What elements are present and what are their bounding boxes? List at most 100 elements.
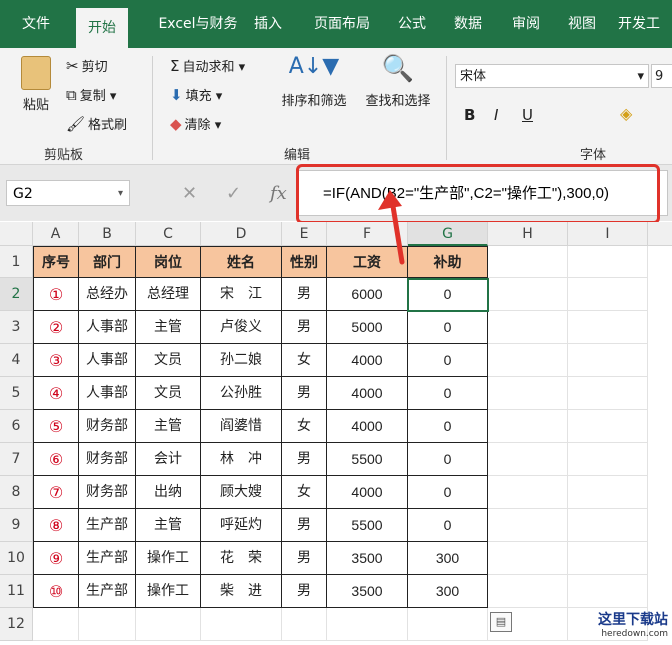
tab-insert[interactable]: 插入 bbox=[244, 0, 292, 48]
sort-filter-button[interactable]: A↓▼ 排序和筛选 bbox=[276, 54, 352, 109]
table-header-cell[interactable]: 工资 bbox=[327, 246, 408, 278]
font-size-select[interactable]: 9 bbox=[651, 64, 672, 88]
empty-cell[interactable] bbox=[327, 608, 408, 641]
table-cell[interactable]: 男 bbox=[282, 278, 327, 311]
italic-icon[interactable]: I bbox=[494, 106, 498, 124]
empty-cell[interactable] bbox=[488, 410, 568, 443]
name-box[interactable]: G2 ▾ bbox=[6, 180, 130, 206]
empty-cell[interactable] bbox=[136, 608, 201, 641]
table-cell[interactable]: 顾大嫂 bbox=[201, 476, 282, 509]
table-cell[interactable]: 5000 bbox=[327, 311, 408, 344]
empty-cell[interactable] bbox=[33, 608, 79, 641]
tab-file[interactable]: 文件 bbox=[8, 0, 64, 48]
table-cell[interactable]: 男 bbox=[282, 542, 327, 575]
table-cell[interactable]: 花 荣 bbox=[201, 542, 282, 575]
table-cell[interactable]: 0 bbox=[408, 377, 488, 410]
tab-excel-finance[interactable]: Excel与财务 bbox=[138, 0, 258, 48]
table-cell[interactable]: 4000 bbox=[327, 476, 408, 509]
table-cell[interactable]: 6000 bbox=[327, 278, 408, 311]
underline-icon[interactable]: U bbox=[522, 106, 533, 124]
table-cell[interactable]: 财务部 bbox=[79, 410, 136, 443]
row-header[interactable]: 3 bbox=[0, 311, 33, 344]
tab-page-layout[interactable]: 页面布局 bbox=[302, 0, 382, 48]
row-header[interactable]: 7 bbox=[0, 443, 33, 476]
column-header[interactable] bbox=[648, 222, 672, 246]
table-cell[interactable]: 女 bbox=[282, 344, 327, 377]
empty-cell[interactable] bbox=[568, 344, 648, 377]
tab-formulas[interactable]: 公式 bbox=[390, 0, 434, 48]
table-cell[interactable]: 男 bbox=[282, 575, 327, 608]
table-cell[interactable]: 男 bbox=[282, 443, 327, 476]
table-cell[interactable]: 男 bbox=[282, 509, 327, 542]
find-select-button[interactable]: 🔍 查找和选择 bbox=[358, 54, 438, 109]
table-cell[interactable]: 出纳 bbox=[136, 476, 201, 509]
table-cell[interactable]: 0 bbox=[408, 410, 488, 443]
row-header[interactable]: 5 bbox=[0, 377, 33, 410]
empty-cell[interactable] bbox=[488, 311, 568, 344]
tab-review[interactable]: 审阅 bbox=[502, 0, 550, 48]
row-header[interactable]: 6 bbox=[0, 410, 33, 443]
table-cell[interactable]: 呼延灼 bbox=[201, 509, 282, 542]
table-cell[interactable]: 财务部 bbox=[79, 476, 136, 509]
font-name-select[interactable]: 宋体 ▾ bbox=[455, 64, 649, 88]
table-cell[interactable]: ⑥ bbox=[33, 443, 79, 476]
table-cell[interactable]: ③ bbox=[33, 344, 79, 377]
empty-cell[interactable] bbox=[488, 344, 568, 377]
table-cell[interactable]: 生产部 bbox=[79, 575, 136, 608]
table-cell[interactable]: 文员 bbox=[136, 344, 201, 377]
table-header-cell[interactable]: 补助 bbox=[408, 246, 488, 278]
column-header[interactable]: I bbox=[568, 222, 648, 246]
cut-button[interactable]: ✂ 剪切 bbox=[66, 56, 108, 75]
cancel-icon[interactable]: ✕ bbox=[182, 183, 197, 204]
empty-cell[interactable] bbox=[488, 476, 568, 509]
table-cell[interactable]: 300 bbox=[408, 575, 488, 608]
empty-cell[interactable] bbox=[568, 311, 648, 344]
table-cell[interactable]: ⑨ bbox=[33, 542, 79, 575]
table-cell[interactable]: 0 bbox=[408, 311, 488, 344]
table-header-cell[interactable]: 岗位 bbox=[136, 246, 201, 278]
empty-cell[interactable] bbox=[568, 476, 648, 509]
table-cell[interactable]: 300 bbox=[408, 542, 488, 575]
table-cell[interactable]: 总经理 bbox=[136, 278, 201, 311]
empty-cell[interactable] bbox=[568, 278, 648, 311]
table-cell[interactable]: 0 bbox=[408, 476, 488, 509]
table-cell[interactable]: 0 bbox=[408, 509, 488, 542]
row-header[interactable]: 2 bbox=[0, 278, 33, 311]
row-header[interactable]: 8 bbox=[0, 476, 33, 509]
table-cell[interactable]: 5500 bbox=[327, 443, 408, 476]
column-header[interactable]: F bbox=[327, 222, 408, 246]
table-cell[interactable]: ⑤ bbox=[33, 410, 79, 443]
tab-home[interactable]: 开始 bbox=[76, 8, 128, 48]
table-cell[interactable]: ⑦ bbox=[33, 476, 79, 509]
select-all-corner[interactable] bbox=[0, 222, 33, 246]
table-cell[interactable]: 柴 进 bbox=[201, 575, 282, 608]
table-cell[interactable]: 人事部 bbox=[79, 377, 136, 410]
table-cell[interactable]: 公孙胜 bbox=[201, 377, 282, 410]
column-header[interactable]: B bbox=[79, 222, 136, 246]
table-cell[interactable]: 4000 bbox=[327, 344, 408, 377]
empty-cell[interactable] bbox=[79, 608, 136, 641]
table-cell[interactable]: 女 bbox=[282, 410, 327, 443]
table-cell[interactable]: 生产部 bbox=[79, 542, 136, 575]
table-cell[interactable]: 主管 bbox=[136, 311, 201, 344]
empty-cell[interactable] bbox=[568, 377, 648, 410]
fill-button[interactable]: ⬇ 填充 ▾ bbox=[170, 85, 222, 104]
tab-developer[interactable]: 开发工 bbox=[618, 0, 672, 48]
table-header-cell[interactable]: 序号 bbox=[33, 246, 79, 278]
autosum-button[interactable]: Σ 自动求和 ▾ bbox=[170, 56, 245, 75]
empty-cell[interactable] bbox=[488, 278, 568, 311]
table-cell[interactable]: 阎婆惜 bbox=[201, 410, 282, 443]
table-cell[interactable]: 孙二娘 bbox=[201, 344, 282, 377]
enter-check-icon[interactable]: ✓ bbox=[226, 183, 241, 204]
format-painter-button[interactable]: 🖌 格式刷 bbox=[66, 114, 127, 133]
table-cell[interactable]: 男 bbox=[282, 311, 327, 344]
empty-cell[interactable] bbox=[568, 443, 648, 476]
column-header[interactable]: G bbox=[408, 222, 488, 246]
table-cell[interactable]: ② bbox=[33, 311, 79, 344]
table-cell[interactable]: 3500 bbox=[327, 575, 408, 608]
insert-function-icon[interactable]: fx bbox=[270, 183, 287, 204]
clear-button[interactable]: ◆ 清除 ▾ bbox=[170, 114, 221, 133]
table-header-cell[interactable]: 部门 bbox=[79, 246, 136, 278]
table-cell[interactable]: 文员 bbox=[136, 377, 201, 410]
column-header[interactable]: D bbox=[201, 222, 282, 246]
